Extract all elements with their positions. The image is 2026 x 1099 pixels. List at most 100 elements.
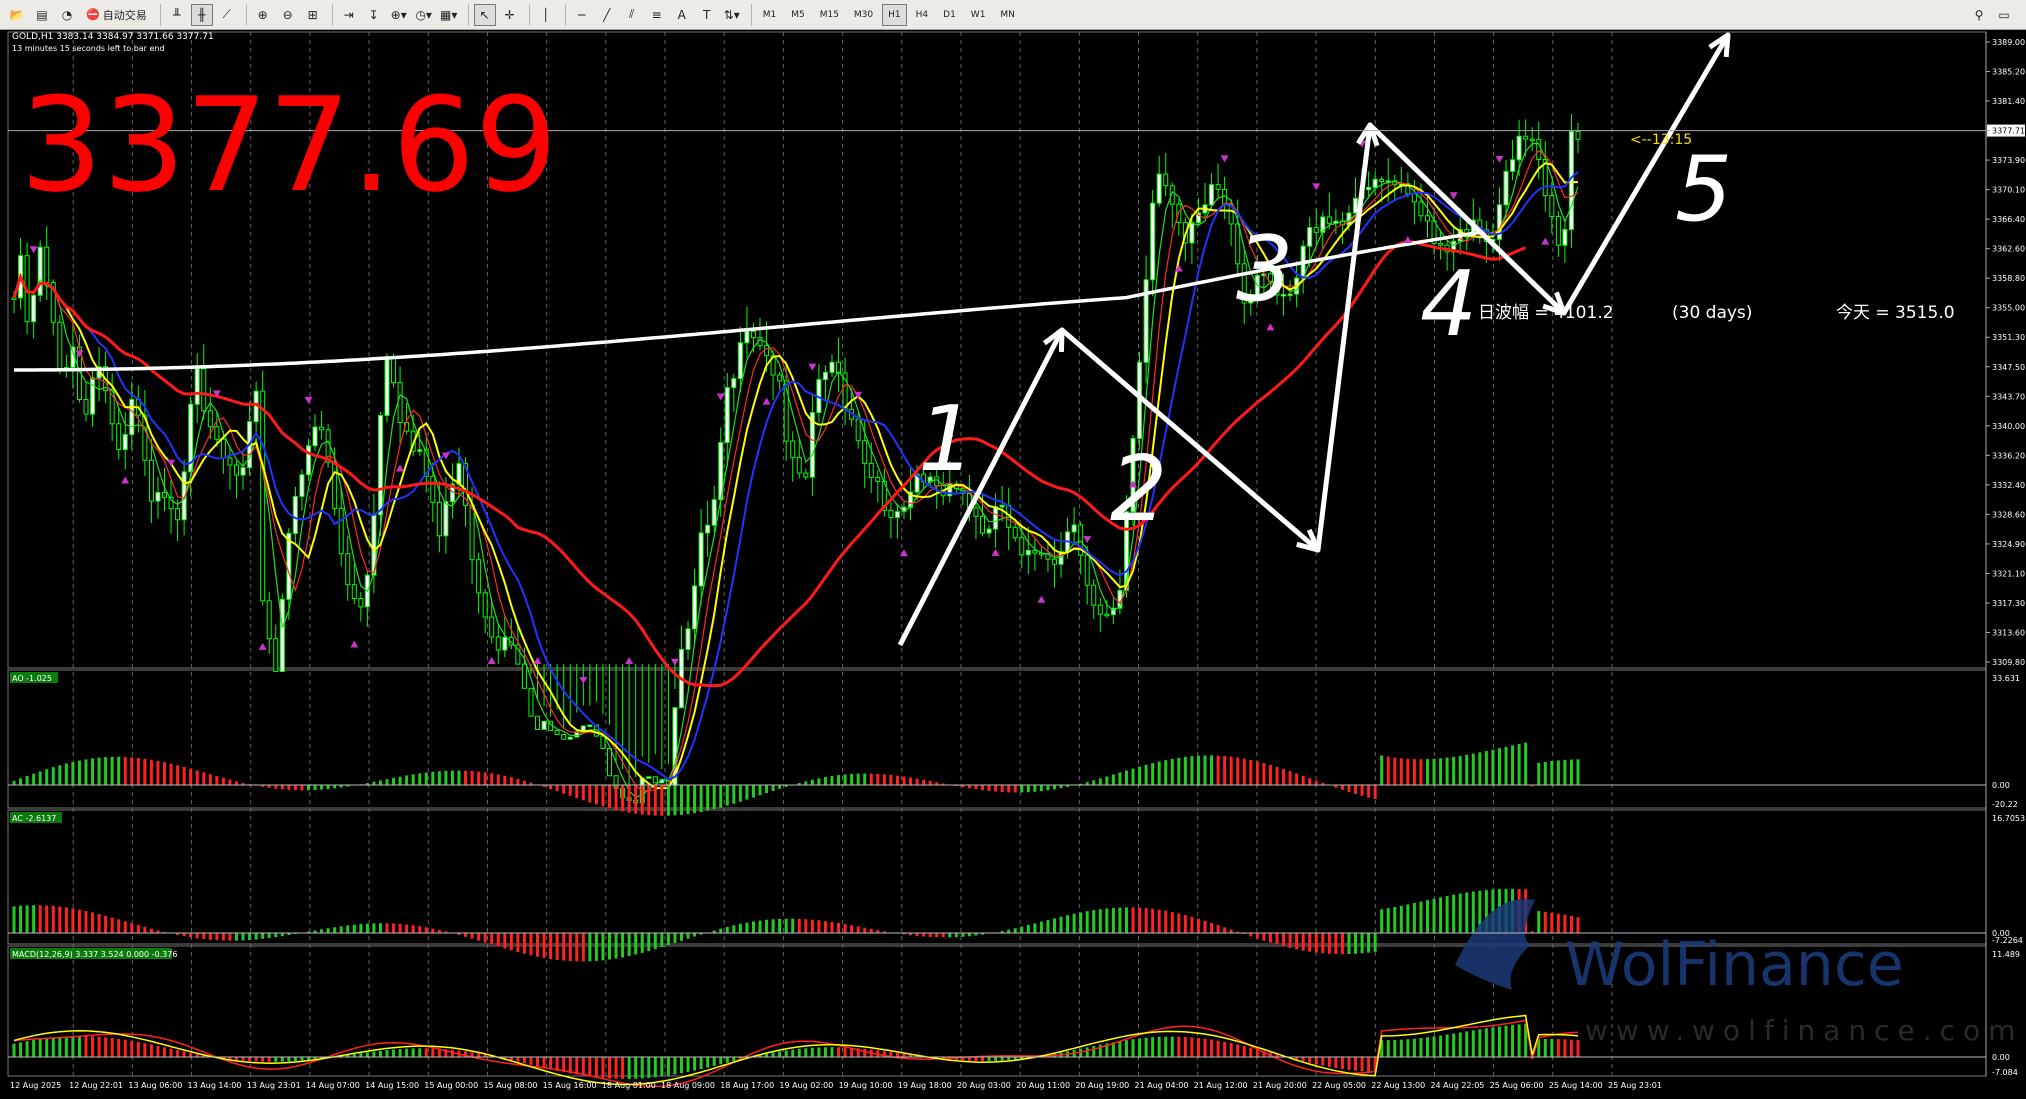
candle-body xyxy=(44,246,50,283)
acBars-bar xyxy=(51,905,55,933)
crosshair-icon[interactable]: ✛ xyxy=(499,4,521,26)
autoscroll-icon[interactable]: ↧ xyxy=(363,4,385,26)
price-tick-label: 3362.60 xyxy=(1992,245,2025,254)
candle-body xyxy=(1536,138,1542,160)
time-tick-label: 20 Aug 03:00 xyxy=(957,1081,1011,1090)
acBars-bar xyxy=(143,926,147,933)
acBars-bar xyxy=(25,905,29,933)
candle-body xyxy=(888,509,894,518)
fibonacci-icon[interactable]: ≡ xyxy=(646,4,668,26)
macdBars-bar xyxy=(392,1049,396,1057)
acBars-bar xyxy=(202,933,206,940)
price-tick-label: 3336.20 xyxy=(1992,451,2025,460)
macdBars-bar xyxy=(123,1039,127,1057)
aoBars-bar xyxy=(922,779,926,785)
aoBars-bar xyxy=(1491,749,1495,785)
acBars-bar xyxy=(784,918,788,933)
candle-chart-icon[interactable]: ╫ xyxy=(190,3,213,26)
macdBars-bar xyxy=(994,1057,998,1061)
arrows-icon[interactable]: ⇅▾ xyxy=(721,4,743,26)
timeframe-d1-button[interactable]: D1 xyxy=(937,4,962,26)
text-icon[interactable]: A xyxy=(671,4,693,26)
timeframe-w1-button[interactable]: W1 xyxy=(965,4,992,26)
timeframe-m30-button[interactable]: M30 xyxy=(848,4,879,26)
indicators-icon[interactable]: ⊕▾ xyxy=(388,4,410,26)
acBars-bar xyxy=(215,933,219,941)
aoBars-bar xyxy=(378,780,382,785)
vertical-line-icon[interactable]: │ xyxy=(535,4,557,26)
tile-windows-icon[interactable]: ⊞ xyxy=(302,4,324,26)
macdBars-bar xyxy=(477,1053,481,1057)
macdBars-bar xyxy=(365,1052,369,1057)
aoBars-bar xyxy=(1033,785,1037,792)
candle-body xyxy=(652,776,658,784)
chat-icon[interactable]: ▭ xyxy=(1993,4,2015,26)
macdBars-bar xyxy=(693,1057,697,1071)
autotrade-button[interactable]: ⛔ 自动交易 xyxy=(81,4,152,26)
timeframe-group: M1 M5 M15 M30 H1 H4 D1 W1 MN xyxy=(757,3,1024,26)
aoBars-bar xyxy=(810,779,814,785)
acBars-bar xyxy=(1203,920,1207,933)
macdBars-bar xyxy=(804,1048,808,1057)
macd-tick-label: 11.489 xyxy=(1992,950,2020,959)
aoBars-bar xyxy=(1354,785,1358,794)
zoom-in-icon[interactable]: ⊕ xyxy=(252,4,274,26)
macdBars-bar xyxy=(431,1048,435,1057)
aoBars-bar xyxy=(490,773,494,785)
time-tick-label: 19 Aug 02:00 xyxy=(779,1081,833,1090)
aoBars-bar xyxy=(751,785,755,798)
macdBars-bar xyxy=(895,1052,899,1057)
open-folder-icon[interactable]: 📂 xyxy=(6,4,28,26)
acBars-bar xyxy=(1039,921,1043,933)
cursor-icon[interactable]: ↖ xyxy=(473,3,496,26)
acBars-bar xyxy=(542,933,546,958)
candle-body xyxy=(1051,558,1057,565)
aoBars-bar xyxy=(1373,785,1377,799)
templates-icon[interactable]: ▦▾ xyxy=(438,4,460,26)
zoom-out-icon[interactable]: ⊖ xyxy=(277,4,299,26)
macdBars-bar xyxy=(1170,1036,1174,1057)
acBars-bar xyxy=(189,933,193,938)
timeframe-m5-button[interactable]: M5 xyxy=(785,4,811,26)
macdBars-bar xyxy=(189,1052,193,1057)
acBars-bar xyxy=(653,933,657,950)
price-tick-label: 3321.10 xyxy=(1992,569,2025,578)
chart-shift-icon[interactable]: ⇥ xyxy=(338,4,360,26)
bar-chart-icon[interactable]: ╨ xyxy=(166,4,188,26)
time-tick-label: 13 Aug 23:01 xyxy=(247,1081,301,1090)
acBars-bar xyxy=(673,933,677,943)
trendline-icon[interactable]: ╱ xyxy=(596,4,618,26)
aoBars-bar xyxy=(1543,761,1547,785)
candle-body xyxy=(345,553,351,586)
horizontal-line-icon[interactable]: ─ xyxy=(571,4,593,26)
candle-body xyxy=(535,715,541,730)
timeframe-m15-button[interactable]: M15 xyxy=(814,4,845,26)
market-watch-icon[interactable]: ◔ xyxy=(56,4,78,26)
macd-tick-label: -7.084 xyxy=(1992,1068,2018,1077)
aoBars-bar xyxy=(522,780,526,785)
aoBars-bar xyxy=(1399,758,1403,785)
aoBars-bar xyxy=(699,785,703,812)
aoBars-bar xyxy=(1092,780,1096,785)
profiles-icon[interactable]: ▤ xyxy=(31,4,53,26)
acBars-bar xyxy=(333,927,337,933)
macdBars-bar xyxy=(1151,1037,1155,1057)
periods-icon[interactable]: ◷▾ xyxy=(413,4,435,26)
label-icon[interactable]: T xyxy=(696,4,718,26)
search-icon[interactable]: ⚲ xyxy=(1968,4,1990,26)
time-tick-label: 14 Aug 15:00 xyxy=(365,1081,419,1090)
channel-icon[interactable]: ⫽ xyxy=(621,4,643,26)
aoBars-bar xyxy=(51,767,55,785)
wave-label: 4 xyxy=(1420,252,1477,357)
timeframe-h4-button[interactable]: H4 xyxy=(910,4,935,26)
acBars-bar xyxy=(1059,916,1063,933)
time-tick-label: 12 Aug 22:01 xyxy=(69,1081,123,1090)
line-chart-icon[interactable]: ⟋ xyxy=(216,4,238,26)
chart-canvas[interactable]: WolFinance www.wolfinance.com 1 2 3 4 5 3389… xyxy=(0,30,2026,1095)
timeframe-m1-button[interactable]: M1 xyxy=(757,4,783,26)
timeframe-mn-button[interactable]: MN xyxy=(994,4,1021,26)
timeframe-h1-button[interactable]: H1 xyxy=(882,3,907,26)
acBars-bar xyxy=(1052,918,1056,933)
candle-body xyxy=(764,345,770,357)
chart-area[interactable]: WolFinance www.wolfinance.com 1 2 3 4 5 3389… xyxy=(0,30,2026,1095)
